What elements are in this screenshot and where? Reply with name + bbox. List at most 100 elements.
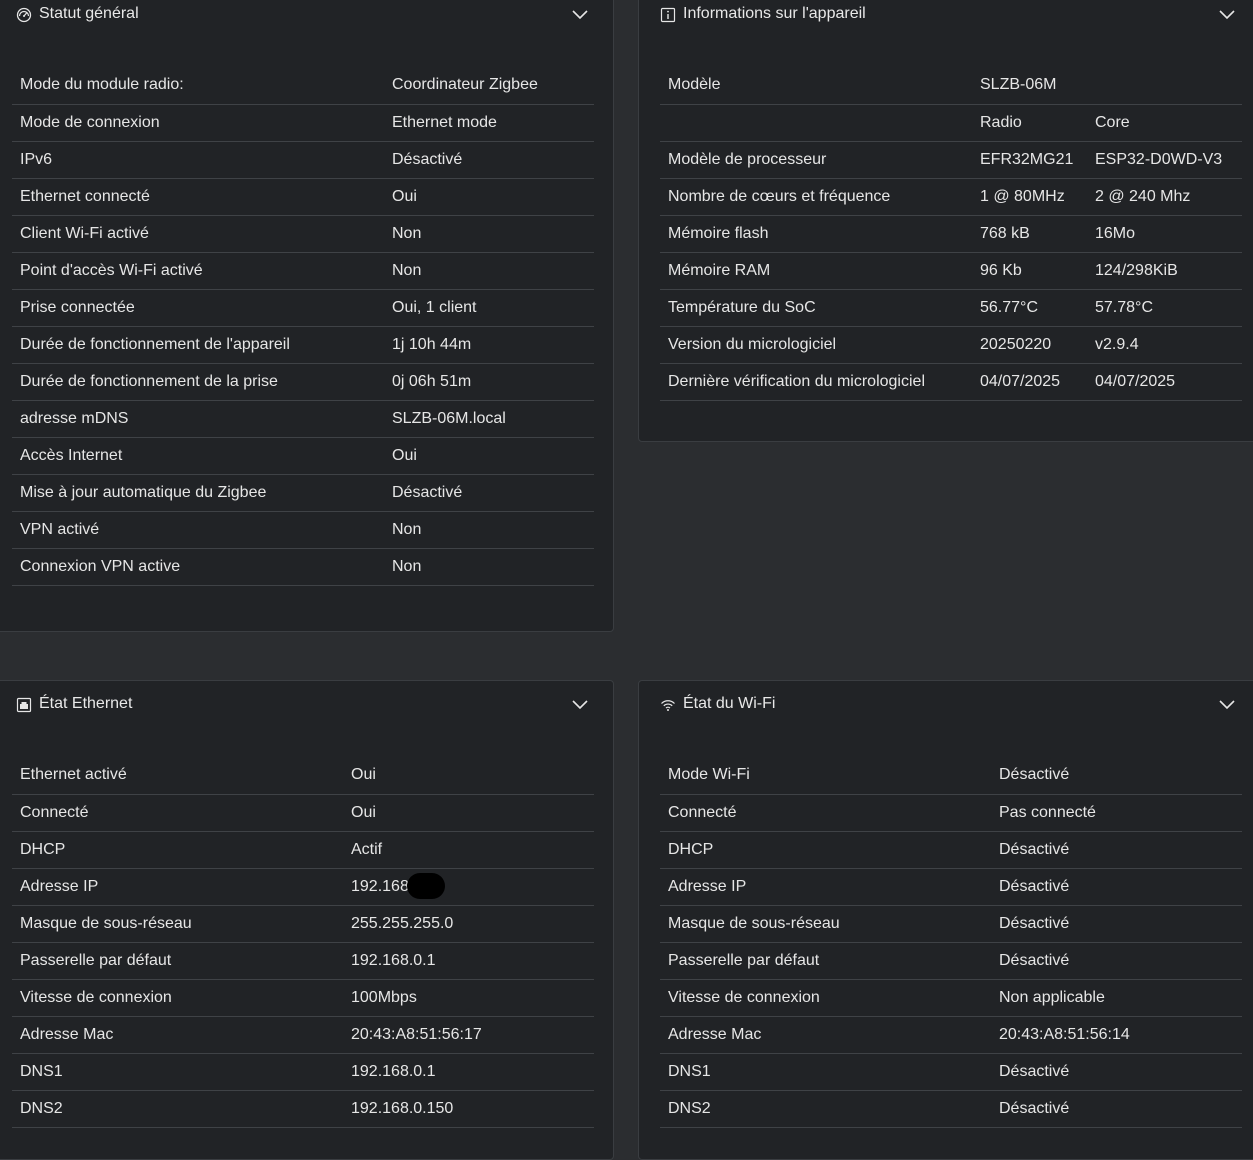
wifi-table: Mode Wi-Fi Désactivé Connecté Pas connecté… (660, 757, 1242, 1128)
radio-value: 96 Kb (972, 252, 1087, 290)
row-label: Mise à jour automatique du Zigbee (12, 474, 384, 512)
row-label: Température du SoC (660, 289, 972, 327)
table-row: Ethernet activé Oui (12, 757, 594, 795)
ethernet-card-header[interactable]: État Ethernet (0, 691, 613, 719)
table-row: Dernière vérification du micrologiciel 04… (660, 363, 1242, 401)
table-row: Accès Internet Oui (12, 437, 594, 475)
core-value: 04/07/2025 (1087, 363, 1242, 401)
core-value (1087, 67, 1242, 105)
row-value: Oui (384, 437, 594, 475)
ethernet-status-card: État Ethernet Ethernet activé Oui Connect… (0, 680, 614, 1160)
row-label: Adresse Mac (12, 1016, 343, 1054)
row-label: Connecté (12, 794, 343, 832)
row-label: IPv6 (12, 141, 384, 179)
row-value: 0j 06h 51m (384, 363, 594, 401)
gauge-icon (16, 7, 32, 23)
device-info-card: Informations sur l'appareil Modèle SLZB-0… (638, 0, 1253, 442)
row-value: 192.168.0.150 (343, 1090, 594, 1128)
table-row: Connecté Pas connecté (660, 794, 1242, 832)
table-row: Modèle de processeur EFR32MG21 ESP32-D0WD-… (660, 141, 1242, 179)
table-row: DNS1 Désactivé (660, 1053, 1242, 1091)
row-value: Oui (343, 794, 594, 832)
table-row: Point d'accès Wi-Fi activé Non (12, 252, 594, 290)
chevron-down-icon[interactable] (1217, 5, 1237, 25)
row-value: Non (384, 548, 594, 586)
table-row: Mémoire RAM 96 Kb 124/298KiB (660, 252, 1242, 290)
table-row: Modèle SLZB-06M (660, 67, 1242, 105)
row-value: Coordinateur Zigbee (384, 67, 594, 105)
row-label: DNS2 (12, 1090, 343, 1128)
table-row: Prise connectée Oui, 1 client (12, 289, 594, 327)
row-label: Accès Internet (12, 437, 384, 475)
row-label: Client Wi-Fi activé (12, 215, 384, 253)
row-value: Non (384, 252, 594, 290)
table-row: Adresse Mac 20:43:A8:51:56:14 (660, 1016, 1242, 1054)
row-label: Nombre de cœurs et fréquence (660, 178, 972, 216)
table-row: Température du SoC 56.77°C 57.78°C (660, 289, 1242, 327)
status-card-header[interactable]: Statut général (0, 1, 613, 29)
chevron-down-icon[interactable] (570, 5, 590, 25)
status-table: Mode du module radio: Coordinateur Zigbee… (12, 67, 594, 586)
table-row: Nombre de cœurs et fréquence 1 @ 80MHz 2 @… (660, 178, 1242, 216)
table-row: Mode de connexion Ethernet mode (12, 104, 594, 142)
row-value: 192.168.0.1 (343, 1053, 594, 1091)
row-value: Non (384, 215, 594, 253)
row-value: Oui, 1 client (384, 289, 594, 327)
row-label: Mode du module radio: (12, 67, 384, 105)
table-row: Durée de fonctionnement de l'appareil 1j … (12, 326, 594, 364)
row-value: Désactivé (991, 868, 1242, 906)
row-value: 255.255.255.0 (343, 905, 594, 943)
radio-value: 1 @ 80MHz (972, 178, 1087, 216)
row-label: Durée de fonctionnement de la prise (12, 363, 384, 401)
ethernet-table: Ethernet activé Oui Connecté Oui DHCP Actif… (12, 757, 594, 1128)
row-label: Connecté (660, 794, 991, 832)
row-label: DNS1 (660, 1053, 991, 1091)
row-label: DHCP (12, 831, 343, 869)
status-card-title: Statut général (39, 5, 139, 22)
chevron-down-icon[interactable] (570, 695, 590, 715)
radio-value: 20250220 (972, 326, 1087, 364)
row-label: Adresse IP (12, 868, 343, 906)
row-value: Actif (343, 831, 594, 869)
radio-value: SLZB-06M (972, 67, 1087, 105)
table-row: Mode du module radio: Coordinateur Zigbee (12, 67, 594, 105)
row-value: 1j 10h 44m (384, 326, 594, 364)
table-row: DHCP Désactivé (660, 831, 1242, 869)
row-label: Vitesse de connexion (660, 979, 991, 1017)
row-label: DHCP (660, 831, 991, 869)
status-card: Statut général Mode du module radio: Coor… (0, 0, 614, 632)
table-row: Adresse IP Désactivé (660, 868, 1242, 906)
row-label: Modèle de processeur (660, 141, 972, 179)
row-label: Version du micrologiciel (660, 326, 972, 364)
row-value: Ethernet mode (384, 104, 594, 142)
table-row: Ethernet connecté Oui (12, 178, 594, 216)
table-row: DNS2 192.168.0.150 (12, 1090, 594, 1128)
row-label: VPN activé (12, 511, 384, 549)
table-row: Masque de sous-réseau 255.255.255.0 (12, 905, 594, 943)
wifi-icon (660, 697, 676, 713)
row-value: Oui (343, 757, 594, 795)
row-label: Mémoire RAM (660, 252, 972, 290)
table-row: Connecté Oui (12, 794, 594, 832)
row-value: Désactivé (384, 141, 594, 179)
table-row: VPN activé Non (12, 511, 594, 549)
core-value: 57.78°C (1087, 289, 1242, 327)
device-card-header[interactable]: Informations sur l'appareil (639, 1, 1253, 29)
table-row: Mode Wi-Fi Désactivé (660, 757, 1242, 795)
table-row: DNS1 192.168.0.1 (12, 1053, 594, 1091)
info-icon (660, 7, 676, 23)
row-value: Non (384, 511, 594, 549)
chevron-down-icon[interactable] (1217, 695, 1237, 715)
row-label: DNS1 (12, 1053, 343, 1091)
row-label: Modèle (660, 67, 972, 105)
table-row: Adresse Mac 20:43:A8:51:56:17 (12, 1016, 594, 1054)
table-row: Mise à jour automatique du Zigbee Désacti… (12, 474, 594, 512)
row-value: Désactivé (384, 474, 594, 512)
wifi-card-title: État du Wi-Fi (683, 695, 776, 712)
row-label: Masque de sous-réseau (12, 905, 343, 943)
core-value: v2.9.4 (1087, 326, 1242, 364)
table-row: Version du micrologiciel 20250220 v2.9.4 (660, 326, 1242, 364)
wifi-card-header[interactable]: État du Wi-Fi (639, 691, 1253, 719)
radio-value: EFR32MG21 (972, 141, 1087, 179)
table-row: adresse mDNS SLZB-06M.local (12, 400, 594, 438)
